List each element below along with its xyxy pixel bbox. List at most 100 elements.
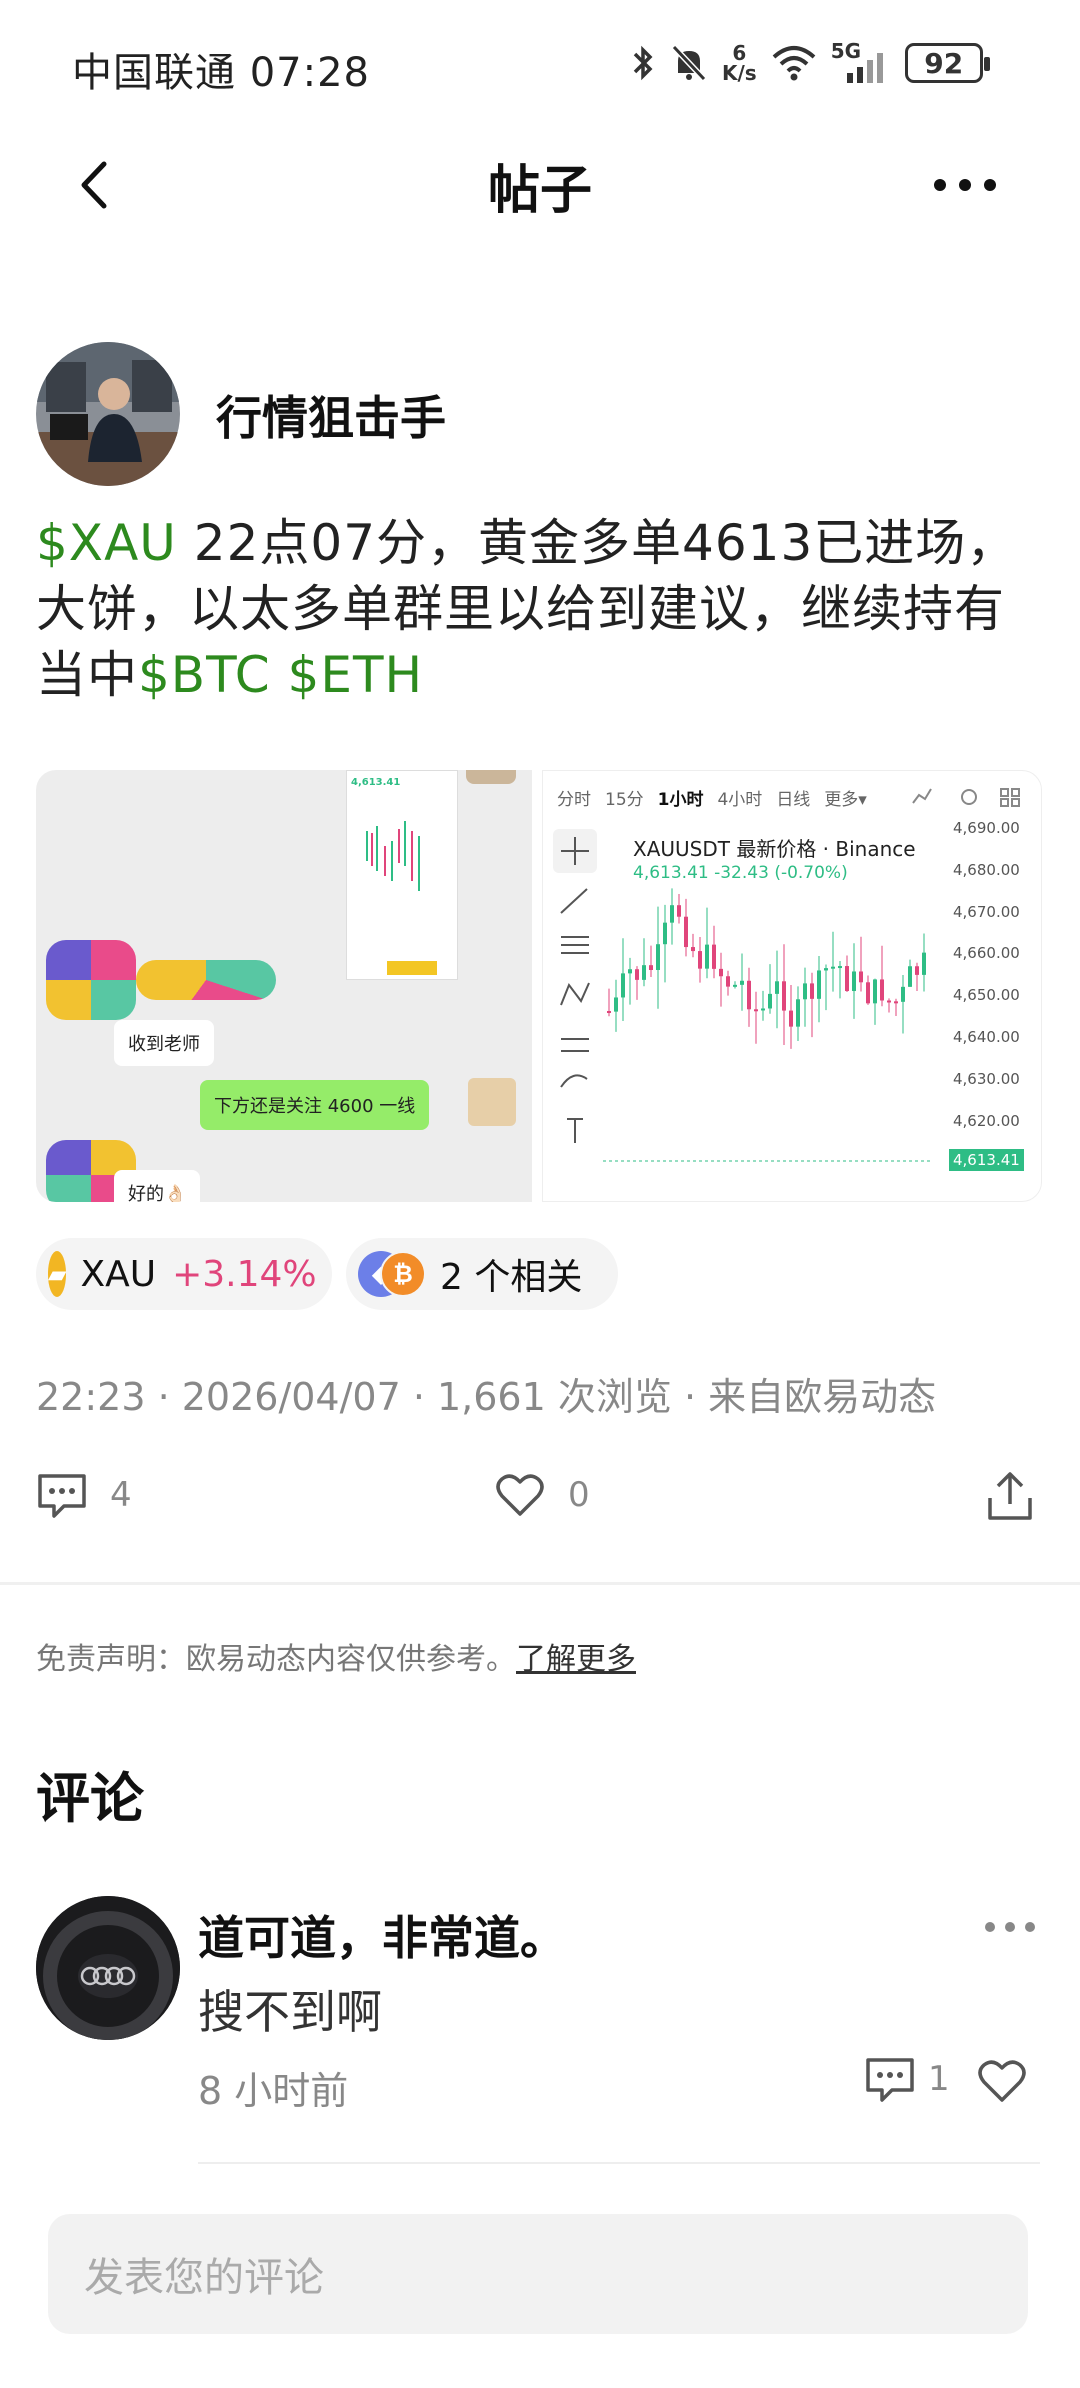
net-speed: 6 K/s (722, 43, 757, 83)
btc-icon: ₿ (380, 1251, 426, 1297)
candle-body (922, 952, 926, 975)
commenter-name[interactable]: 道可道，非常道。 (198, 1902, 566, 1968)
price-axis-label: 4,660.00 (953, 944, 1020, 963)
comment-like-icon[interactable] (976, 2056, 1028, 2106)
signal-icon (846, 53, 883, 83)
candle-body (754, 1009, 758, 1012)
mini-chart-screenshot: 4,613.41 (346, 770, 458, 980)
author-name[interactable]: 行情狙击手 (216, 382, 446, 448)
reply-count: 1 (928, 2059, 950, 2099)
candle-body (761, 1008, 765, 1011)
mute-bell-icon (671, 44, 707, 82)
candle-body (789, 1010, 793, 1027)
post-image-chat[interactable]: 4,613.41 收到老师 下方还是关注 4600 一线 好的👌🏻 (36, 770, 532, 1202)
comment-divider (198, 2162, 1040, 2164)
timeframe-tab: 分时 (557, 790, 591, 810)
carrier-time: 中国联通 07:28 (72, 40, 370, 98)
post-meta: 22:23 · 2026/04/07 · 1,661 次浏览 · 来自欧易动态 (36, 1375, 937, 1419)
candle-body (670, 905, 674, 923)
candle-body (817, 970, 821, 999)
candle-body (684, 916, 688, 948)
wifi-icon (772, 46, 816, 81)
candle-body (908, 966, 912, 987)
ticker-tag[interactable]: $BTC (138, 646, 271, 704)
candle-body (775, 981, 779, 994)
candle-body (838, 966, 842, 969)
chat-bubble-2: 下方还是关注 4600 一线 (200, 1080, 430, 1130)
chart-tools-icons (912, 788, 1020, 807)
learn-more-link[interactable]: 了解更多 (516, 1642, 636, 1677)
chip-xau-change: +3.14% (172, 1253, 317, 1295)
candle-body (915, 966, 919, 975)
candle-body (649, 965, 653, 971)
price-axis-label: 4,680.00 (953, 860, 1020, 879)
price-axis-label: 4,670.00 (953, 902, 1020, 921)
candle-body (635, 969, 639, 980)
clock: 07:28 (249, 50, 370, 96)
chip-related[interactable]: ◆ ₿ 2 个相关 (346, 1238, 618, 1310)
more-icon[interactable] (920, 160, 1010, 210)
price-axis-label: 4,650.00 (953, 986, 1020, 1005)
post-body: $XAU 22点07分，黄金多单4613已进场，大饼，以太多单群里以给到建议，继… (36, 510, 1046, 708)
author-avatar[interactable] (36, 342, 180, 486)
chip-related-label: 2 个相关 (440, 1257, 583, 1298)
candle-body (740, 980, 744, 985)
candle-body (859, 971, 863, 983)
commenter-avatar[interactable] (36, 1896, 180, 2040)
battery-level: 92 (924, 46, 964, 80)
candle-body (824, 968, 828, 971)
chat-bubble-1: 收到老师 (114, 1020, 214, 1066)
comment-input-placeholder: 发表您的评论 (84, 2255, 324, 2301)
candle-body (810, 983, 814, 999)
chip-xau[interactable]: ▰ XAU +3.14% (36, 1238, 332, 1310)
candle-body (628, 969, 632, 974)
mini-chart-icon (366, 821, 437, 975)
sticker-avatar-1b (136, 960, 276, 1000)
price-axis: 4,690.00 4,680.00 4,670.00 4,660.00 4,650.00… (947, 819, 1041, 1199)
candle-body (796, 999, 800, 1027)
reply-icon (866, 2058, 914, 2102)
candle-body (782, 981, 786, 1011)
post-image-chart[interactable]: 分时 15分 1小时 4小时 日线 更多▾ XAUUSDT 最新价格 · Binance … (542, 770, 1042, 1202)
disclaimer: 免责声明：欧易动态内容仅供参考。了解更多 (36, 1634, 636, 1678)
candle-body (768, 993, 772, 1009)
candle-body (852, 971, 856, 992)
like-button[interactable]: 0 (494, 1470, 590, 1520)
comment-icon (38, 1474, 86, 1518)
candle-body (677, 905, 681, 917)
share-icon[interactable] (984, 1470, 1036, 1524)
kline-chart (603, 888, 933, 1162)
current-price-tag: 4,613.41 (949, 1149, 1024, 1171)
chat-avatar-top (466, 770, 516, 784)
candle-body (663, 922, 667, 945)
comment-text: 搜不到啊 (198, 1985, 382, 2039)
related-coins-icon: ◆ ₿ (358, 1251, 428, 1297)
status-bar: 中国联通 07:28 6 K/s 5G 92 (0, 0, 1080, 130)
chat-avatar-self (468, 1078, 516, 1126)
bluetooth-icon (633, 45, 653, 81)
timeframe-tab: 15分 (605, 790, 644, 810)
comment-more-icon[interactable] (980, 1912, 1040, 1942)
nav-bar: 帖子 (0, 130, 1080, 230)
battery-icon: 92 (904, 43, 990, 83)
net-speed-value: 6 (732, 41, 747, 65)
net-speed-unit: K/s (722, 61, 757, 85)
candle-body (621, 973, 625, 998)
like-count: 0 (568, 1475, 590, 1515)
sticker-avatar-1 (46, 940, 136, 1020)
comment-button[interactable]: 4 (36, 1470, 132, 1520)
ticker-tag[interactable]: $XAU (36, 514, 177, 572)
comment-reply-button[interactable]: 1 (864, 2054, 950, 2104)
candle-body (691, 947, 695, 952)
candle-body (656, 944, 660, 971)
price-axis-label: 4,630.00 (953, 1069, 1020, 1088)
comment-input[interactable]: 发表您的评论 (48, 2214, 1028, 2334)
ticker-tag[interactable]: $ETH (288, 646, 424, 704)
timeframe-tab: 日线 (776, 790, 811, 810)
timeframe-tab: 1小时 (657, 790, 704, 810)
heart-icon (496, 1474, 544, 1516)
candle-body (873, 979, 877, 1004)
carrier-label: 中国联通 (72, 50, 236, 96)
section-divider (0, 1582, 1080, 1585)
price-axis-label: 4,640.00 (953, 1028, 1020, 1046)
